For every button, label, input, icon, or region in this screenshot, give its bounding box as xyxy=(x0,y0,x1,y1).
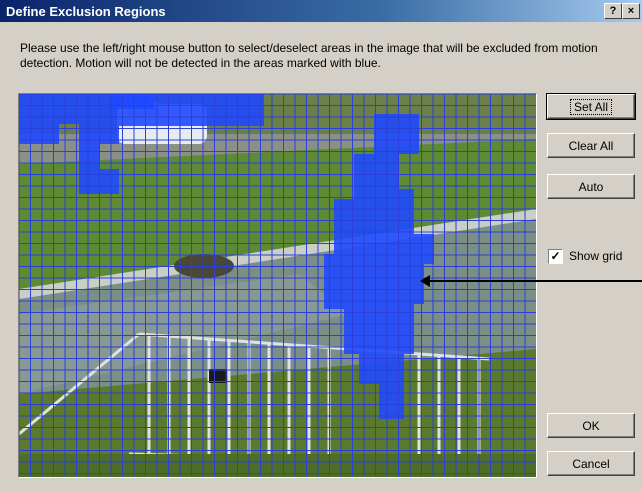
cancel-button[interactable]: Cancel xyxy=(547,451,635,476)
show-grid-label[interactable]: Show grid xyxy=(569,249,622,263)
pointer-line xyxy=(428,280,642,282)
set-all-label: Set All xyxy=(569,99,613,115)
close-button[interactable]: × xyxy=(622,3,640,19)
set-all-button[interactable]: Set All xyxy=(546,93,636,120)
ok-button[interactable]: OK xyxy=(547,413,635,438)
exclusion-region xyxy=(109,94,154,109)
instructions-text: Please use the left/right mouse button t… xyxy=(20,41,598,70)
camera-snapshot[interactable] xyxy=(19,94,536,477)
fence-sign xyxy=(209,369,227,383)
show-grid-checkbox[interactable]: ✓ xyxy=(548,249,563,264)
help-button[interactable]: ? xyxy=(604,3,622,19)
window-title: Define Exclusion Regions xyxy=(6,4,166,19)
clear-all-button[interactable]: Clear All xyxy=(547,133,635,158)
title-bar[interactable]: Define Exclusion Regions ? × xyxy=(0,0,642,22)
auto-button[interactable]: Auto xyxy=(547,174,635,199)
camera-image-grid[interactable] xyxy=(18,93,537,478)
